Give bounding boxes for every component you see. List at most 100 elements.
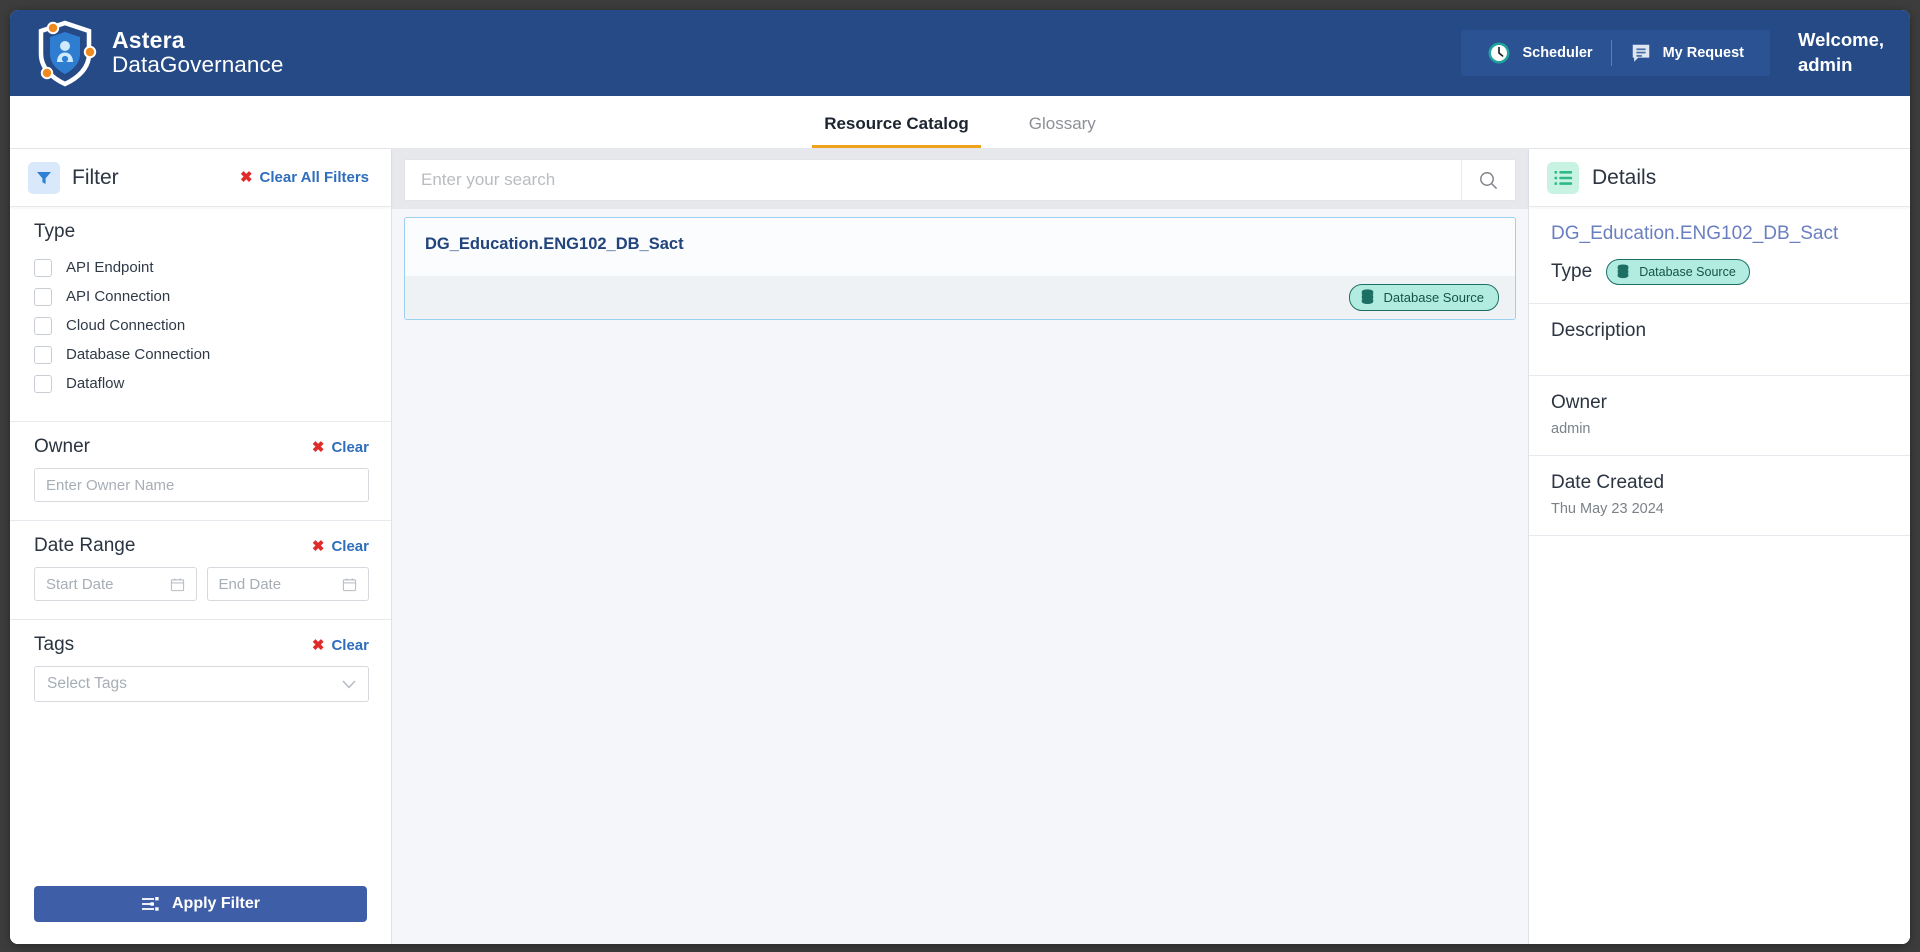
type-option-label: API Connection bbox=[66, 288, 171, 305]
details-resource-name[interactable]: DG_Education.ENG102_DB_Sact bbox=[1551, 223, 1888, 245]
end-date-placeholder: End Date bbox=[218, 575, 282, 593]
type-option-data-source[interactable]: Data Source bbox=[34, 398, 369, 403]
filter-scroll-area[interactable]: Type API Endpoint API Connection Cloud C… bbox=[10, 207, 391, 868]
details-description-section: Description bbox=[1529, 304, 1910, 376]
type-option-api-connection[interactable]: API Connection bbox=[34, 282, 369, 311]
clear-owner-label: Clear bbox=[331, 438, 369, 456]
type-option-api-endpoint[interactable]: API Endpoint bbox=[34, 253, 369, 282]
close-icon: ✖ bbox=[239, 169, 253, 186]
type-option-database-connection[interactable]: Database Connection bbox=[34, 340, 369, 369]
filter-title: Filter bbox=[72, 165, 119, 189]
details-type-badge: Database Source bbox=[1606, 259, 1750, 285]
clear-all-filters-label: Clear All Filters bbox=[259, 169, 369, 186]
calendar-icon bbox=[342, 578, 357, 591]
scheduler-label: Scheduler bbox=[1522, 45, 1593, 61]
type-option-label: API Endpoint bbox=[66, 259, 154, 276]
tab-resource-catalog[interactable]: Resource Catalog bbox=[812, 114, 981, 148]
funnel-icon bbox=[28, 161, 60, 194]
chevron-down-icon bbox=[342, 680, 356, 689]
details-type-label: Type bbox=[1551, 261, 1593, 282]
filter-tags-title: Tags bbox=[34, 634, 75, 655]
search-button[interactable] bbox=[1461, 160, 1515, 200]
app-window: Astera DataGovernance Scheduler My Reque… bbox=[10, 10, 1910, 944]
clear-owner-button[interactable]: ✖ Clear bbox=[312, 439, 369, 456]
brand-text: Astera DataGovernance bbox=[112, 28, 284, 77]
checkbox-icon[interactable] bbox=[34, 345, 52, 364]
tags-select[interactable]: Select Tags bbox=[34, 666, 369, 702]
filter-group-owner-header: Owner ✖ Clear bbox=[34, 436, 369, 458]
result-card[interactable]: DG_Education.ENG102_DB_Sact Database Sou… bbox=[404, 217, 1516, 320]
search-input[interactable] bbox=[405, 160, 1461, 200]
my-request-label: My Request bbox=[1662, 45, 1744, 61]
filter-type-title: Type bbox=[34, 221, 76, 242]
details-panel: Details DG_Education.ENG102_DB_Sact Type bbox=[1528, 149, 1910, 944]
tab-glossary[interactable]: Glossary bbox=[1017, 114, 1108, 148]
results-list[interactable]: DG_Education.ENG102_DB_Sact Database Sou… bbox=[392, 209, 1528, 944]
result-card-footer: Database Source bbox=[405, 276, 1515, 319]
my-request-button[interactable]: My Request bbox=[1612, 30, 1762, 76]
end-date-input[interactable]: End Date bbox=[206, 567, 369, 601]
details-resource-section: DG_Education.ENG102_DB_Sact Type Databas… bbox=[1529, 207, 1910, 304]
type-option-label: Database Connection bbox=[66, 346, 211, 363]
details-owner-section: Owner admin bbox=[1529, 376, 1910, 456]
result-type-badge-label: Database Source bbox=[1383, 290, 1484, 305]
clear-tags-button[interactable]: ✖ Clear bbox=[312, 637, 369, 654]
main-body: Filter ✖ Clear All Filters Type API Endp… bbox=[10, 149, 1910, 944]
owner-input[interactable] bbox=[34, 468, 369, 502]
filter-date-range-title: Date Range bbox=[34, 535, 136, 556]
filter-group-tags: Tags ✖ Clear Select Tags bbox=[10, 620, 391, 720]
brand-name: Astera bbox=[112, 27, 185, 54]
filter-group-date-header: Date Range ✖ Clear bbox=[34, 535, 369, 557]
filter-header: Filter ✖ Clear All Filters bbox=[10, 149, 391, 207]
main-tabbar: Resource Catalog Glossary bbox=[10, 96, 1910, 149]
filter-group-date-range: Date Range ✖ Clear Start Date End Date bbox=[10, 521, 391, 620]
apply-filter-label: Apply Filter bbox=[171, 895, 260, 912]
scheduler-button[interactable]: Scheduler bbox=[1469, 30, 1610, 76]
clear-all-filters-button[interactable]: ✖ Clear All Filters bbox=[240, 169, 369, 186]
checkbox-icon[interactable] bbox=[34, 287, 52, 306]
result-title[interactable]: DG_Education.ENG102_DB_Sact bbox=[405, 218, 1515, 276]
filter-group-type: Type API Endpoint API Connection Cloud C… bbox=[10, 207, 391, 422]
header-right: Scheduler My Request Welcome, admin bbox=[1461, 28, 1884, 78]
details-header: Details bbox=[1529, 149, 1910, 207]
clear-date-range-button[interactable]: ✖ Clear bbox=[312, 538, 369, 555]
start-date-input[interactable]: Start Date bbox=[34, 567, 197, 601]
details-type-row: Type Database Source bbox=[1551, 259, 1888, 285]
filter-group-tags-header: Tags ✖ Clear bbox=[34, 634, 369, 656]
tags-placeholder: Select Tags bbox=[47, 675, 127, 692]
filter-group-type-header: Type bbox=[34, 221, 369, 243]
search-area bbox=[392, 149, 1528, 209]
checkbox-icon[interactable] bbox=[34, 258, 52, 277]
checkbox-icon[interactable] bbox=[34, 316, 52, 335]
brand-logo[interactable]: Astera DataGovernance bbox=[32, 18, 284, 88]
filter-sidebar: Filter ✖ Clear All Filters Type API Endp… bbox=[10, 149, 392, 944]
clear-date-range-label: Clear bbox=[331, 537, 369, 555]
type-option-label: Dataflow bbox=[66, 375, 125, 392]
brand-product: DataGovernance bbox=[112, 52, 284, 78]
clear-tags-label: Clear bbox=[331, 636, 369, 654]
result-type-badge: Database Source bbox=[1348, 284, 1499, 311]
details-description-label: Description bbox=[1551, 320, 1647, 341]
checkbox-icon[interactable] bbox=[34, 374, 52, 393]
clock-icon bbox=[1488, 42, 1510, 64]
search-icon bbox=[1480, 171, 1498, 189]
close-icon: ✖ bbox=[311, 537, 325, 555]
details-owner-label: Owner bbox=[1551, 392, 1607, 413]
start-date-placeholder: Start Date bbox=[46, 575, 114, 593]
apply-filter-button[interactable]: Apply Filter bbox=[34, 886, 367, 922]
details-title: Details bbox=[1592, 165, 1657, 189]
filter-footer: Apply Filter bbox=[10, 868, 391, 944]
list-icon bbox=[1547, 161, 1579, 194]
filter-owner-title: Owner bbox=[34, 436, 90, 457]
type-option-dataflow[interactable]: Dataflow bbox=[34, 369, 369, 398]
filter-group-owner: Owner ✖ Clear bbox=[10, 422, 391, 521]
header-actions: Scheduler My Request bbox=[1461, 30, 1770, 76]
app-header: Astera DataGovernance Scheduler My Reque… bbox=[10, 10, 1910, 96]
catalog-center-pane: DG_Education.ENG102_DB_Sact bbox=[392, 149, 1528, 944]
sliders-icon bbox=[141, 897, 159, 911]
type-option-cloud-connection[interactable]: Cloud Connection bbox=[34, 311, 369, 340]
close-icon: ✖ bbox=[311, 636, 325, 654]
database-icon bbox=[1361, 289, 1373, 304]
welcome-user[interactable]: Welcome, admin bbox=[1798, 28, 1884, 78]
type-option-label: Cloud Connection bbox=[66, 317, 186, 334]
